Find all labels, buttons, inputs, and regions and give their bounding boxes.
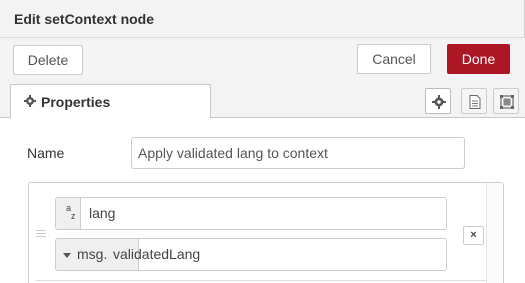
appearance-frame-icon [500, 95, 514, 109]
tab-properties-label: Properties [41, 94, 111, 110]
settings-gear-icon [432, 95, 446, 109]
gear-icon [24, 95, 36, 107]
chevron-down-icon [63, 253, 71, 258]
tabs-bar: Properties [0, 84, 525, 119]
drag-handle-icon[interactable] [36, 230, 46, 239]
rule-source-value: validatedLang [113, 246, 201, 262]
description-tab-button[interactable] [461, 88, 487, 114]
settings-tab-button[interactable] [425, 88, 451, 114]
msg-type-label: msg. [77, 246, 108, 262]
tab-properties[interactable]: Properties [10, 84, 211, 119]
rule-source-input[interactable]: msg. validatedLang [55, 238, 447, 271]
done-button[interactable]: Done [447, 44, 510, 74]
dialog-titlebar: Edit setContext node [0, 0, 525, 38]
cancel-button[interactable]: Cancel [357, 44, 431, 74]
remove-rule-button[interactable]: × [463, 226, 484, 245]
string-type-button[interactable]: az [56, 198, 81, 229]
dialog-title: Edit setContext node [14, 11, 155, 27]
rules-scrollbar[interactable] [486, 183, 503, 283]
rule-field-value: lang [89, 205, 116, 221]
name-label: Name [27, 145, 65, 161]
rule-row-divider [36, 280, 486, 281]
appearance-tab-button[interactable] [493, 88, 519, 114]
string-type-icon: az [66, 203, 76, 221]
dialog-toolbar: Delete Cancel Done [0, 38, 525, 84]
description-doc-icon [469, 95, 481, 109]
name-input[interactable]: Apply validated lang to context [131, 137, 465, 169]
rule-field-input[interactable]: az lang [55, 197, 447, 230]
delete-button[interactable]: Delete [13, 45, 83, 75]
